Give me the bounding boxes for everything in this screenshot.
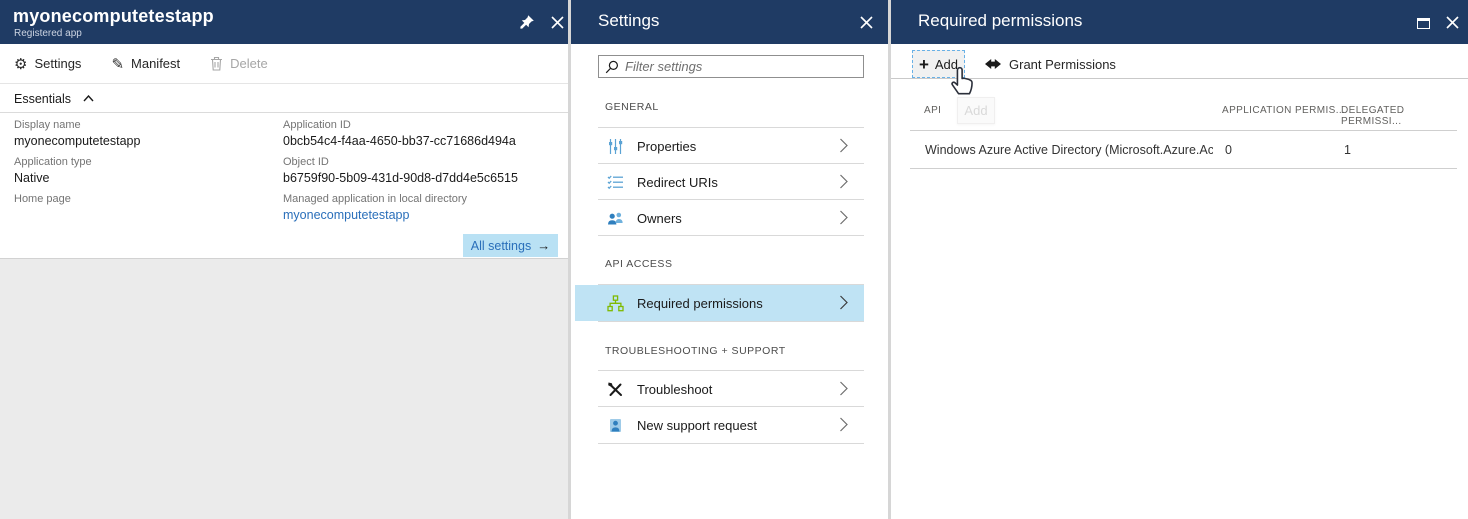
chevron-up-icon (83, 95, 94, 102)
checklist-icon (607, 174, 624, 191)
add-tooltip: Add (957, 97, 995, 124)
add-button-label: Add (935, 57, 958, 72)
sliders-icon (607, 138, 624, 155)
close-icon[interactable] (855, 11, 877, 33)
column-header-api: API (924, 105, 941, 116)
permissions-blade-title: Required permissions (918, 11, 1082, 31)
sidebar-item-redirect-uris[interactable]: Redirect URIs (575, 164, 864, 200)
all-settings-button[interactable]: All settings → (463, 234, 558, 257)
section-heading-troubleshooting: TROUBLESHOOTING + SUPPORT (605, 345, 786, 357)
close-icon[interactable] (1441, 11, 1463, 33)
pin-icon[interactable] (516, 11, 538, 33)
trash-icon (210, 56, 223, 71)
search-input[interactable] (625, 59, 857, 74)
managed-app-link[interactable]: myonecomputetestapp (283, 208, 558, 223)
manifest-button-label: Manifest (131, 56, 180, 71)
permissions-toolbar: + Add Grant Permissions (891, 44, 1468, 79)
gear-icon: ⚙ (14, 55, 27, 73)
app-blade-empty-area (0, 258, 568, 519)
cell-delegated-permissions: 1 (1344, 143, 1351, 157)
cell-api: Windows Azure Active Directory (Microsof… (925, 143, 1213, 157)
essentials-right-column: Application ID 0bcb54c4-f4aa-4650-bb37-c… (283, 119, 558, 230)
plus-icon: + (919, 56, 929, 73)
support-icon (607, 417, 624, 434)
field-application-id: Application ID 0bcb54c4-f4aa-4650-bb37-c… (283, 119, 558, 149)
app-blade-header: myonecomputetestapp Registered app (0, 0, 568, 44)
search-icon (605, 60, 619, 74)
essentials-label: Essentials (14, 92, 71, 106)
essentials-toggle[interactable]: Essentials (0, 85, 568, 113)
section-heading-general: GENERAL (605, 101, 659, 113)
app-blade: myonecomputetestapp Registered app ⚙ Set… (0, 0, 568, 519)
sidebar-item-troubleshoot[interactable]: Troubleshoot (575, 371, 864, 407)
settings-button-label: Settings (34, 56, 81, 71)
section-heading-api-access: API ACCESS (605, 258, 672, 270)
grant-permissions-label: Grant Permissions (1009, 57, 1116, 72)
column-header-application-permissions: APPLICATION PERMIS... (1222, 105, 1345, 116)
settings-blade-header: Settings (571, 0, 888, 44)
manifest-button[interactable]: ✎ Manifest (111, 55, 180, 73)
page-title: myonecomputetestapp (13, 6, 214, 27)
essentials-left-column: Display name myonecomputetestapp Applica… (14, 119, 269, 230)
column-header-delegated-permissions: DELEGATED PERMISSI... (1341, 105, 1468, 127)
grant-permissions-icon (985, 58, 1001, 70)
filter-settings-search[interactable] (598, 55, 864, 78)
field-managed-application: Managed application in local directory m… (283, 193, 558, 223)
field-display-name: Display name myonecomputetestapp (14, 119, 269, 149)
people-icon (607, 210, 624, 227)
settings-blade-title: Settings (598, 11, 659, 31)
table-row[interactable]: Windows Azure Active Directory (Microsof… (910, 131, 1457, 168)
sidebar-item-required-permissions[interactable]: Required permissions (575, 285, 864, 321)
delete-button[interactable]: Delete (210, 56, 268, 71)
chevron-right-icon (839, 210, 848, 225)
permissions-blade-header: Required permissions (891, 0, 1468, 44)
chevron-right-icon (839, 381, 848, 396)
field-object-id: Object ID b6759f90-5b09-431d-90d8-d7dd4e… (283, 156, 558, 186)
sidebar-item-properties[interactable]: Properties (575, 128, 864, 164)
permissions-blade: Required permissions + Add Grant Permiss… (891, 0, 1468, 519)
settings-button[interactable]: ⚙ Settings (14, 55, 81, 73)
sidebar-item-owners[interactable]: Owners (575, 200, 864, 236)
field-application-type: Application type Native (14, 156, 269, 186)
page-subtitle: Registered app (14, 28, 82, 39)
all-settings-label: All settings (471, 239, 531, 253)
grant-permissions-button[interactable]: Grant Permissions (985, 53, 1116, 75)
chevron-right-icon (839, 174, 848, 189)
field-home-page: Home page (14, 193, 269, 223)
add-button[interactable]: + Add (912, 50, 965, 78)
chevron-right-icon (839, 138, 848, 153)
app-toolbar: ⚙ Settings ✎ Manifest Delete (0, 44, 568, 84)
pencil-icon: ✎ (111, 55, 124, 73)
org-chart-icon (607, 295, 624, 312)
chevron-right-icon (839, 417, 848, 432)
delete-button-label: Delete (230, 56, 268, 71)
sidebar-item-new-support-request[interactable]: New support request (575, 407, 864, 443)
settings-blade: Settings GENERAL Properties Redirect URI… (571, 0, 888, 519)
cell-application-permissions: 0 (1225, 143, 1232, 157)
azure-portal: myonecomputetestapp Registered app ⚙ Set… (0, 0, 1468, 519)
maximize-icon[interactable] (1412, 12, 1434, 34)
tools-icon (607, 381, 624, 398)
arrow-right-icon: → (537, 238, 550, 253)
chevron-right-icon (839, 295, 848, 310)
close-icon[interactable] (546, 11, 568, 33)
